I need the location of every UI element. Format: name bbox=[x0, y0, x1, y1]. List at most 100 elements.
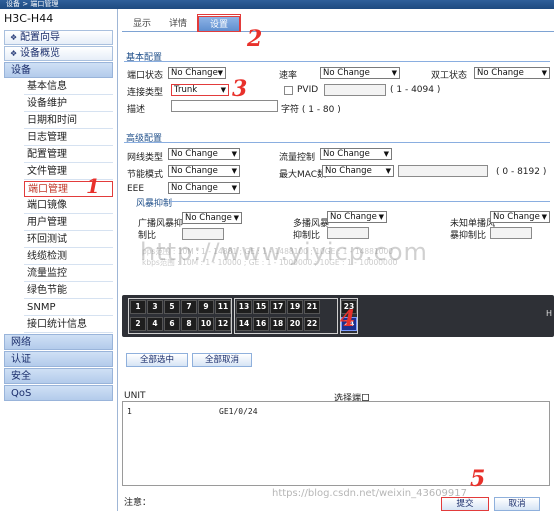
select-all-button[interactable]: 全部选中 bbox=[126, 353, 188, 367]
port-17[interactable]: 17 bbox=[270, 300, 286, 314]
duplex-label: 双工状态 bbox=[431, 71, 468, 81]
nav-log-management[interactable]: 日志管理 bbox=[24, 130, 113, 146]
link-type-select[interactable]: Trunk ▼ bbox=[171, 84, 229, 96]
pvid-input[interactable] bbox=[324, 84, 386, 96]
nav-config-wizard[interactable]: ❖ 配置向导 bbox=[4, 30, 113, 45]
port-state-label: 端口状态 bbox=[127, 71, 164, 81]
port-3[interactable]: 3 bbox=[147, 300, 163, 314]
nav-green-energy[interactable]: 绿色节能 bbox=[24, 283, 113, 299]
energy-mode-select[interactable]: No Change ▼ bbox=[168, 165, 240, 177]
nav-date-time[interactable]: 日期和时间 bbox=[24, 113, 113, 129]
port-18[interactable]: 18 bbox=[270, 317, 286, 331]
port-7[interactable]: 7 bbox=[181, 300, 197, 314]
port-20[interactable]: 20 bbox=[287, 317, 303, 331]
nav-category-auth[interactable]: 认证 bbox=[4, 351, 113, 367]
nav-category-qos[interactable]: QoS bbox=[4, 385, 113, 401]
bullet-icon: ❖ bbox=[10, 33, 18, 42]
dropdown-arrow-icon: ▼ bbox=[541, 213, 547, 221]
selected-ports-list[interactable]: 1 GE1/0/24 bbox=[122, 401, 550, 486]
max-mac-input[interactable] bbox=[398, 165, 488, 177]
selected-port: GE1/0/24 bbox=[219, 407, 258, 416]
multicast-storm-select[interactable]: No Change ▼ bbox=[327, 211, 387, 223]
speed-select[interactable]: No Change ▼ bbox=[320, 67, 400, 79]
description-label: 描述 bbox=[127, 105, 146, 115]
divider bbox=[124, 142, 550, 143]
duplex-select[interactable]: No Change ▼ bbox=[474, 67, 550, 79]
port-9[interactable]: 9 bbox=[198, 300, 214, 314]
port-8[interactable]: 8 bbox=[181, 317, 197, 331]
media-type-select[interactable]: No Change ▼ bbox=[168, 148, 240, 160]
port-2[interactable]: 2 bbox=[130, 317, 146, 331]
port-15[interactable]: 15 bbox=[253, 300, 269, 314]
nav-cable-test[interactable]: 线缆检测 bbox=[24, 249, 113, 265]
port-13[interactable]: 13 bbox=[236, 300, 252, 314]
divider bbox=[124, 61, 550, 62]
tab-bar: 显示 详情 设置 bbox=[122, 14, 554, 32]
port-11[interactable]: 11 bbox=[215, 300, 231, 314]
port-4[interactable]: 4 bbox=[147, 317, 163, 331]
annotation-3: 3 bbox=[232, 76, 248, 102]
bullet-icon: ❖ bbox=[10, 49, 18, 58]
port-19[interactable]: 19 bbox=[287, 300, 303, 314]
annotation-1: 1 bbox=[86, 174, 100, 198]
dropdown-arrow-icon: ▼ bbox=[231, 150, 237, 158]
submit-button[interactable]: 提交 bbox=[441, 497, 489, 511]
nav-user-management[interactable]: 用户管理 bbox=[24, 215, 113, 231]
panel-tag: H bbox=[545, 309, 552, 318]
flow-control-label: 流量控制 bbox=[279, 153, 316, 163]
description-range: 字符 ( 1 - 80 ) bbox=[281, 105, 341, 115]
port-5[interactable]: 5 bbox=[164, 300, 180, 314]
port-1[interactable]: 1 bbox=[130, 300, 146, 314]
dropdown-arrow-icon: ▼ bbox=[541, 69, 547, 77]
description-input[interactable] bbox=[171, 100, 278, 112]
nav-port-mirroring[interactable]: 端口镜像 bbox=[24, 198, 113, 214]
note-label: 注意： bbox=[124, 498, 152, 508]
max-mac-range: ( 0 - 8192 ) bbox=[496, 167, 547, 177]
pvid-checkbox[interactable] bbox=[284, 86, 293, 95]
nav-category-security[interactable]: 安全 bbox=[4, 368, 113, 384]
dropdown-arrow-icon: ▼ bbox=[378, 213, 384, 221]
unknown-unicast-select[interactable]: No Change ▼ bbox=[490, 211, 550, 223]
port-state-select[interactable]: No Change ▼ bbox=[168, 67, 226, 79]
port-10[interactable]: 10 bbox=[198, 317, 214, 331]
nav-category-device[interactable]: 设备 bbox=[4, 62, 113, 78]
dropdown-arrow-icon: ▼ bbox=[231, 167, 237, 175]
deselect-all-button[interactable]: 全部取消 bbox=[192, 353, 252, 367]
eee-select[interactable]: No Change ▼ bbox=[168, 182, 240, 194]
nav-category-network[interactable]: 网络 bbox=[4, 334, 113, 350]
annotation-5: 5 bbox=[470, 466, 486, 492]
nav-basic-info[interactable]: 基本信息 bbox=[24, 79, 113, 95]
nav-device-maintenance[interactable]: 设备维护 bbox=[24, 96, 113, 112]
max-mac-select[interactable]: No Change ▼ bbox=[322, 165, 394, 177]
unit-column-header: UNIT bbox=[124, 391, 146, 401]
energy-mode-label: 节能模式 bbox=[127, 170, 164, 180]
nav-interface-stats[interactable]: 接口统计信息 bbox=[24, 317, 113, 333]
divider bbox=[170, 201, 550, 202]
port-12[interactable]: 12 bbox=[215, 317, 231, 331]
pvid-range: ( 1 - 4094 ) bbox=[390, 85, 441, 95]
port-22[interactable]: 22 bbox=[304, 317, 320, 331]
switch-port-panel: 1 2 3 4 5 6 7 8 9 10 11 12 13 14 15 16 17 18 19 20 21 22 23 24 … bbox=[122, 295, 554, 337]
nav-loopback-test[interactable]: 环回测试 bbox=[24, 232, 113, 248]
port-14[interactable]: 14 bbox=[236, 317, 252, 331]
port-6[interactable]: 6 bbox=[164, 317, 180, 331]
unknown-unicast-input[interactable] bbox=[490, 227, 532, 239]
tab-detail[interactable]: 详情 bbox=[162, 16, 194, 32]
tab-display[interactable]: 显示 bbox=[126, 16, 158, 32]
link-type-label: 连接类型 bbox=[127, 88, 164, 98]
port-21[interactable]: 21 bbox=[304, 300, 320, 314]
nav-device-overview[interactable]: ❖ 设备概览 bbox=[4, 46, 113, 61]
blog-watermark: https://blog.csdn.net/weixin_43609917 bbox=[272, 488, 468, 499]
selected-unit: 1 bbox=[127, 407, 132, 416]
nav-config-management[interactable]: 配置管理 bbox=[24, 147, 113, 163]
nav-traffic-monitor[interactable]: 流量监控 bbox=[24, 266, 113, 282]
dropdown-arrow-icon: ▼ bbox=[233, 214, 239, 222]
dropdown-arrow-icon: ▼ bbox=[217, 69, 223, 77]
cancel-button[interactable]: 取消 bbox=[494, 497, 540, 511]
broadcast-storm-select[interactable]: No Change ▼ bbox=[182, 212, 242, 224]
nav-snmp[interactable]: SNMP bbox=[24, 300, 113, 316]
port-16[interactable]: 16 bbox=[253, 317, 269, 331]
flow-control-select[interactable]: No Change ▼ bbox=[320, 148, 392, 160]
dropdown-arrow-icon: ▼ bbox=[391, 69, 397, 77]
media-type-label: 网线类型 bbox=[127, 153, 164, 163]
